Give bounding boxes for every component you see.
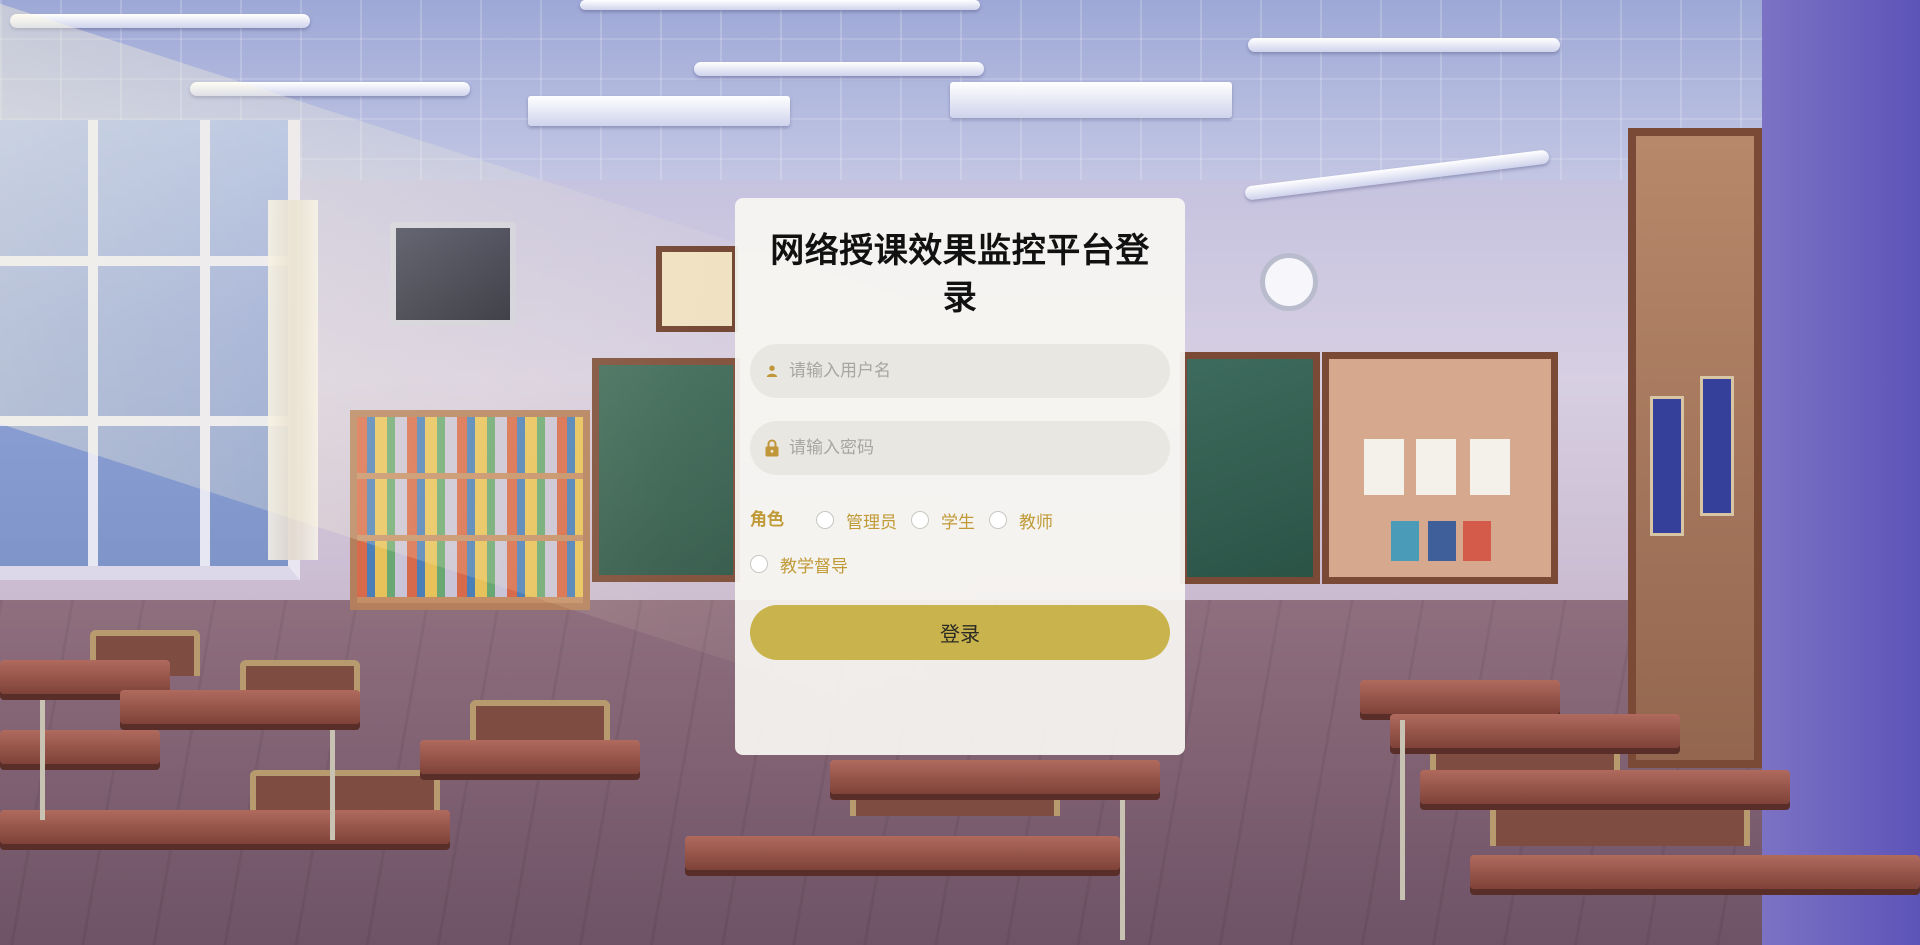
desk-leg <box>1120 800 1125 940</box>
poster <box>1428 521 1456 561</box>
desk <box>0 660 170 694</box>
ceiling-light <box>528 96 790 126</box>
radio-circle[interactable] <box>989 511 1007 529</box>
desk-leg <box>40 700 45 820</box>
role-radio-supervisor[interactable]: 教学督导 <box>750 553 848 577</box>
desk <box>120 690 360 724</box>
password-field[interactable] <box>750 421 1170 475</box>
user-icon <box>764 361 780 381</box>
poster <box>1391 521 1419 561</box>
desk <box>420 740 640 774</box>
role-row-2: 教学督导 <box>750 553 1170 577</box>
desk <box>685 836 1120 870</box>
chalkboard-right <box>1180 352 1320 584</box>
lock-icon <box>764 438 780 458</box>
role-selector: 角色 管理员 学生 教师 教学督导 <box>750 509 1170 577</box>
username-input[interactable] <box>789 361 1149 381</box>
login-title: 网络授课效果监控平台登录 <box>770 231 1150 318</box>
ceiling-light <box>580 0 980 10</box>
role-label: 角色 <box>750 510 784 530</box>
chair <box>1490 800 1750 846</box>
ceiling-light <box>950 82 1232 118</box>
notice-paper <box>1416 439 1456 495</box>
radio-circle[interactable] <box>911 511 929 529</box>
notice-paper <box>1470 439 1510 495</box>
desk <box>0 810 450 844</box>
door-window <box>1700 376 1734 516</box>
desk <box>1420 770 1790 804</box>
radio-circle[interactable] <box>816 511 834 529</box>
door-window <box>1650 396 1684 536</box>
login-button[interactable]: 登录 <box>750 605 1170 660</box>
role-radio-student[interactable]: 学生 <box>911 509 975 533</box>
desk-leg <box>330 730 335 840</box>
ceiling-light <box>694 62 984 76</box>
wall-clock-icon <box>1260 253 1318 311</box>
door <box>1628 128 1762 768</box>
role-radio-teacher[interactable]: 教师 <box>989 509 1053 533</box>
notice-board <box>1322 352 1558 584</box>
password-input[interactable] <box>789 438 1149 458</box>
role-option-label: 管理员 <box>846 512 897 533</box>
role-radio-admin[interactable]: 管理员 <box>816 509 897 533</box>
role-option-label: 学生 <box>941 512 975 533</box>
role-option-label: 教师 <box>1019 512 1053 533</box>
username-field[interactable] <box>750 344 1170 398</box>
login-card: 网络授课效果监控平台登录 角色 管理员 学生 <box>735 198 1185 755</box>
desk-leg <box>1400 720 1405 900</box>
role-option-label: 教学督导 <box>780 556 848 577</box>
desk <box>1390 714 1680 748</box>
ceiling-light <box>1248 38 1560 52</box>
poster <box>1463 521 1491 561</box>
desk <box>0 730 160 764</box>
notice-paper <box>1364 439 1404 495</box>
radio-circle[interactable] <box>750 555 768 573</box>
desk <box>1470 855 1920 889</box>
desk <box>830 760 1160 794</box>
desk <box>1360 680 1560 714</box>
